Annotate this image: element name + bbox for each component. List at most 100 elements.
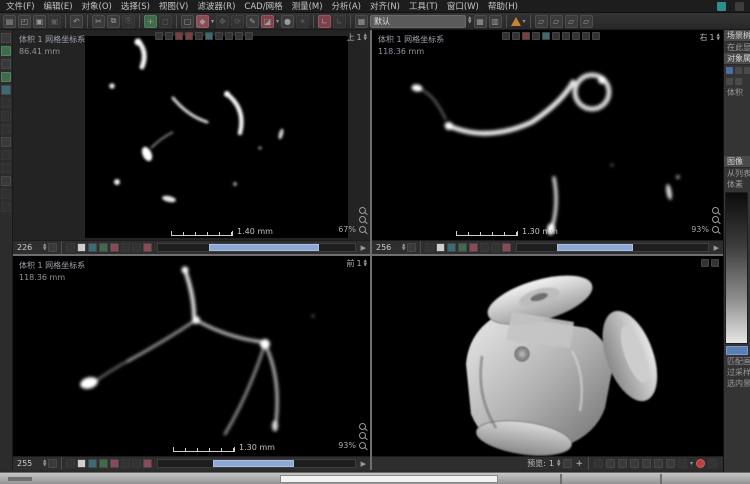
segment-tool-icon[interactable] — [1, 124, 11, 134]
slice-slider[interactable] — [516, 243, 708, 252]
preview-value[interactable]: 1 — [549, 459, 554, 468]
brush-tool-icon[interactable] — [1, 72, 11, 82]
slice-spinner[interactable]: ▲▼ — [43, 244, 46, 252]
view-spinner[interactable]: ▲▼ — [364, 260, 367, 268]
import-icon[interactable]: ◻ — [159, 15, 172, 28]
add-object-icon[interactable]: + — [144, 15, 157, 28]
clip-dropdown-icon[interactable]: ▾ — [276, 18, 279, 25]
ct-slice-right-image[interactable] — [372, 30, 723, 240]
slice-spinner[interactable]: ▲▼ — [43, 460, 46, 468]
layout-3-icon[interactable]: ▱ — [565, 15, 578, 28]
slice-next-icon[interactable]: ▶ — [361, 460, 366, 468]
zoom-in-icon[interactable] — [712, 207, 719, 214]
snapshot-icon[interactable] — [708, 459, 717, 468]
render-option-icon[interactable] — [594, 459, 603, 468]
cut-icon[interactable]: ✂ — [92, 15, 105, 28]
warning-icon[interactable] — [511, 17, 521, 26]
mini-tool-icon[interactable] — [711, 259, 719, 267]
render-option-icon[interactable] — [618, 459, 627, 468]
cube-icon[interactable] — [726, 78, 733, 85]
menu-edit[interactable]: 编辑(E) — [44, 0, 73, 12]
preset-manage-icon[interactable]: ▥ — [489, 15, 502, 28]
viewport-front[interactable]: 体积 1 网格坐标系 118.36 mm 前 1 ▲▼ 93% 1.30 mm … — [13, 256, 370, 470]
undo-icon[interactable]: ↶ — [70, 15, 83, 28]
zoom-out-icon[interactable] — [712, 216, 719, 223]
layout-2-icon[interactable]: ▱ — [550, 15, 563, 28]
mini-tool-icon[interactable] — [155, 32, 163, 40]
measure-icon[interactable]: ✎ — [246, 15, 259, 28]
slice-contrast-icon[interactable] — [436, 243, 445, 252]
view-spinner[interactable]: ▲▼ — [717, 34, 720, 42]
mini-tool-icon[interactable] — [502, 32, 510, 40]
copy-icon[interactable]: ⧉ — [107, 15, 120, 28]
fill-tool-icon[interactable] — [1, 111, 11, 121]
zoom-out-icon[interactable] — [359, 432, 366, 439]
slice-record-icon[interactable] — [143, 243, 152, 252]
folder-icon[interactable] — [744, 67, 750, 74]
mini-tool-icon[interactable] — [245, 32, 253, 40]
sphere-tool-icon[interactable]: ● — [281, 15, 294, 28]
slice-tool-icon[interactable] — [1, 202, 11, 212]
render-option-icon[interactable] — [678, 459, 687, 468]
coordinate-alt-icon[interactable]: ∟ — [333, 15, 346, 28]
slice-record-icon[interactable] — [502, 243, 511, 252]
mini-tool-icon[interactable] — [532, 32, 540, 40]
slice-annotate-icon[interactable] — [110, 243, 119, 252]
menu-file[interactable]: 文件(F) — [6, 0, 35, 12]
slice-cursor-icon[interactable] — [425, 243, 434, 252]
slice-slider[interactable] — [157, 243, 355, 252]
slice-marker-icon[interactable] — [88, 243, 97, 252]
mini-tool-icon[interactable] — [235, 32, 243, 40]
slice-cursor-icon[interactable] — [66, 459, 75, 468]
record-icon[interactable] — [696, 459, 705, 468]
mini-tool-icon[interactable] — [225, 32, 233, 40]
slice-grid-icon[interactable] — [480, 243, 489, 252]
menu-select[interactable]: 选择(S) — [121, 0, 150, 12]
menu-cad-mesh[interactable]: CAD/网格 — [244, 0, 282, 12]
surface-tool-icon[interactable] — [1, 150, 11, 160]
scene-tree-header[interactable]: 场景树 — [724, 30, 750, 42]
ct-slice-front-image[interactable] — [13, 256, 370, 456]
slice-marker-icon[interactable] — [447, 243, 456, 252]
object-properties-header[interactable]: 对象属性 — [724, 53, 750, 65]
lock-icon[interactable] — [735, 67, 742, 74]
mini-tool-icon[interactable] — [701, 259, 709, 267]
coordinate-icon[interactable]: ∟ — [318, 15, 331, 28]
menu-analyze[interactable]: 分析(A) — [332, 0, 361, 12]
save-all-icon[interactable]: ▣ — [48, 15, 61, 28]
view-spinner[interactable]: ▲▼ — [364, 34, 367, 42]
preview-mode-icon[interactable] — [563, 459, 572, 468]
mini-tool-icon[interactable] — [592, 32, 600, 40]
roi-tool-icon[interactable] — [1, 137, 11, 147]
lasso-tool-icon[interactable] — [1, 59, 11, 69]
from-list-row[interactable]: 从列表... — [724, 168, 750, 179]
preset-grid-icon[interactable]: ▦ — [355, 15, 368, 28]
slice-slider-fill[interactable] — [213, 460, 293, 467]
zoom-fit-icon[interactable] — [359, 226, 366, 233]
save-icon[interactable]: ▣ — [33, 15, 46, 28]
menu-align[interactable]: 对齐(N) — [370, 0, 400, 12]
slice-contrast-icon[interactable] — [77, 459, 86, 468]
render-option-icon[interactable] — [606, 459, 615, 468]
zoom-in-icon[interactable] — [359, 423, 366, 430]
slice-next-icon[interactable]: ▶ — [361, 244, 366, 252]
mini-tool-icon[interactable] — [562, 32, 570, 40]
preset-spinner[interactable]: ▲▼ — [468, 17, 471, 25]
slice-draw-icon[interactable] — [132, 459, 141, 468]
view-orientation-control[interactable]: 前 1 ▲▼ — [346, 258, 367, 269]
match-view-row[interactable]: 匹配画 — [724, 356, 750, 367]
layout-1-icon[interactable]: ▱ — [535, 15, 548, 28]
slice-annotate-icon[interactable] — [469, 243, 478, 252]
slice-cursor-icon[interactable] — [66, 243, 75, 252]
slice-number[interactable]: 255 — [17, 459, 41, 468]
preview-spinner[interactable]: ▲▼ — [557, 460, 560, 468]
zoom-in-icon[interactable] — [359, 207, 366, 214]
render-option-icon[interactable] — [642, 459, 651, 468]
view-orientation-control[interactable]: 上 1 ▲▼ — [346, 32, 367, 43]
render-preset-combo[interactable]: 默认 — [370, 15, 466, 28]
mesh-icon[interactable] — [735, 78, 742, 85]
mini-tool-icon[interactable] — [195, 32, 203, 40]
mini-tool-icon[interactable] — [542, 32, 550, 40]
mini-tool-icon[interactable] — [215, 32, 223, 40]
mini-tool-icon[interactable] — [185, 32, 193, 40]
